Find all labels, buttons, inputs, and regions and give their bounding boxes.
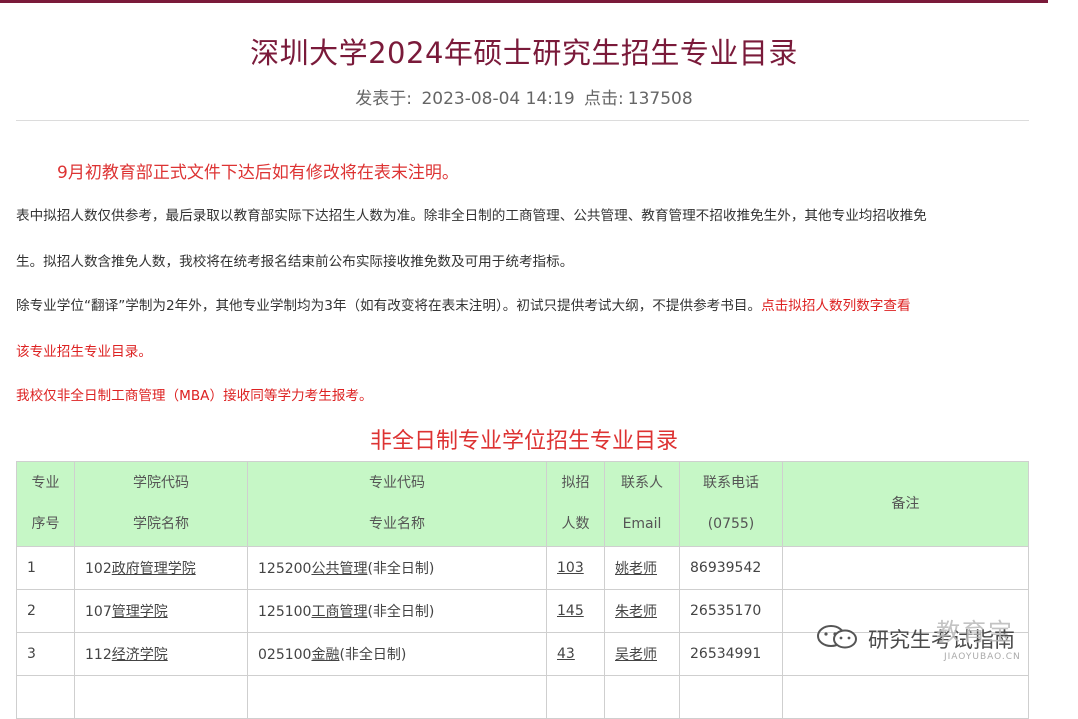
header-divider [16,120,1029,121]
cell-seq: 1 [16,546,75,590]
watermark-brand: 教育宝 [936,618,1014,646]
college-link[interactable]: 管理学院 [112,604,168,620]
paragraph-3-link-hint: 点击拟招人数列数字查看 [761,298,911,314]
cell-seq: 3 [16,632,75,676]
header-remark: 备注 [782,461,1029,547]
paragraph-1: 表中拟招人数仅供参考，最后录取以教育部实际下达招生人数为准。除非全日制的工商管理… [16,208,927,224]
clicks-label: 点击: [584,89,624,109]
paragraph-3-text: 除专业学位“翻译”学制为2年外，其他专业学制均为3年（如有改变将在表末注明）。初… [16,298,762,314]
page-title: 深圳大学2024年硕士研究生招生专业目录 [250,36,798,70]
section-title: 非全日制专业学位招生专业目录 [369,429,678,454]
cell-plan [546,675,605,719]
cell-college: 112经济学院 [74,632,248,676]
cell-contact [604,675,680,719]
major-link[interactable]: 金融 [311,647,339,663]
header-seq: 专业 序号 [16,461,75,547]
cell-plan: 145 [546,589,605,633]
cell-contact: 吴老师 [604,632,680,676]
table-row [16,675,1029,719]
header-contact: 联系人 Email [604,461,680,547]
cell-phone: 86939542 [679,546,783,590]
cell-major [247,675,547,719]
cell-contact: 朱老师 [604,589,680,633]
paragraph-5: 我校仅非全日制工商管理（MBA）接收同等学力考生报考。 [16,388,373,404]
contact-email-link[interactable]: 吴老师 [615,647,657,663]
header-plan: 拟招 人数 [546,461,605,547]
cell-plan: 103 [546,546,605,590]
contact-email-link[interactable]: 朱老师 [615,604,657,620]
notice-text: 9月初教育部正式文件下达后如有修改将在表末注明。 [57,163,459,183]
header-college: 学院代码 学院名称 [74,461,248,547]
paragraph-3: 除专业学位“翻译”学制为2年外，其他专业学制均为3年（如有改变将在表末注明）。初… [16,296,1031,316]
top-rule [0,0,1048,3]
watermark-brand-sub: JIAOYUBAO.CN [944,652,1021,662]
cell-major: 125100工商管理(非全日制) [247,589,547,633]
cell-major: 125200公共管理(非全日制) [247,546,547,590]
clicks-count: 137508 [627,89,693,109]
catalog-table: 专业 序号 学院代码 学院名称 专业代码 专业名称 拟招 人数 联系人 Email 联系电… [16,461,1029,719]
cell-remark [782,546,1029,590]
paragraph-2: 生。拟招人数含推免人数，我校将在统考报名结束前公布实际接收推免数及可用于统考指标… [16,254,574,270]
header-phone: 联系电话 (0755) [679,461,783,547]
cell-college: 107管理学院 [74,589,248,633]
plan-link[interactable]: 103 [557,560,584,576]
cell-college [74,675,248,719]
wechat-icon [817,625,857,649]
college-link[interactable]: 经济学院 [112,647,168,663]
cell-phone [679,675,783,719]
paragraph-4: 该专业招生专业目录。 [16,344,152,360]
published-date: 2023-08-04 14:19 [421,89,575,109]
article-meta: 发表于: 2023-08-04 14:19 点击: 137508 [0,84,1048,109]
table-header-row: 专业 序号 学院代码 学院名称 专业代码 专业名称 拟招 人数 联系人 Email 联系电… [16,461,1029,547]
contact-email-link[interactable]: 姚老师 [615,561,657,577]
published-label: 发表于: [355,89,413,109]
cell-seq [16,675,75,719]
cell-plan: 43 [546,632,605,676]
plan-link[interactable]: 145 [557,603,584,619]
cell-college: 102政府管理学院 [74,546,248,590]
major-link[interactable]: 工商管理 [311,604,367,620]
major-link[interactable]: 公共管理 [311,561,367,577]
cell-remark [782,675,1029,719]
cell-major: 025100金融(非全日制) [247,632,547,676]
college-link[interactable]: 政府管理学院 [112,561,196,577]
plan-link[interactable]: 43 [557,646,575,662]
watermark: 研究生考试指南 教育宝 JIAOYUBAO.CN [816,614,1056,670]
cell-seq: 2 [16,589,75,633]
cell-phone: 26535170 [679,589,783,633]
table-row: 1 102政府管理学院 125200公共管理(非全日制) 103 姚老师 869… [16,546,1029,590]
header-major: 专业代码 专业名称 [247,461,547,547]
cell-phone: 26534991 [679,632,783,676]
cell-contact: 姚老师 [604,546,680,590]
